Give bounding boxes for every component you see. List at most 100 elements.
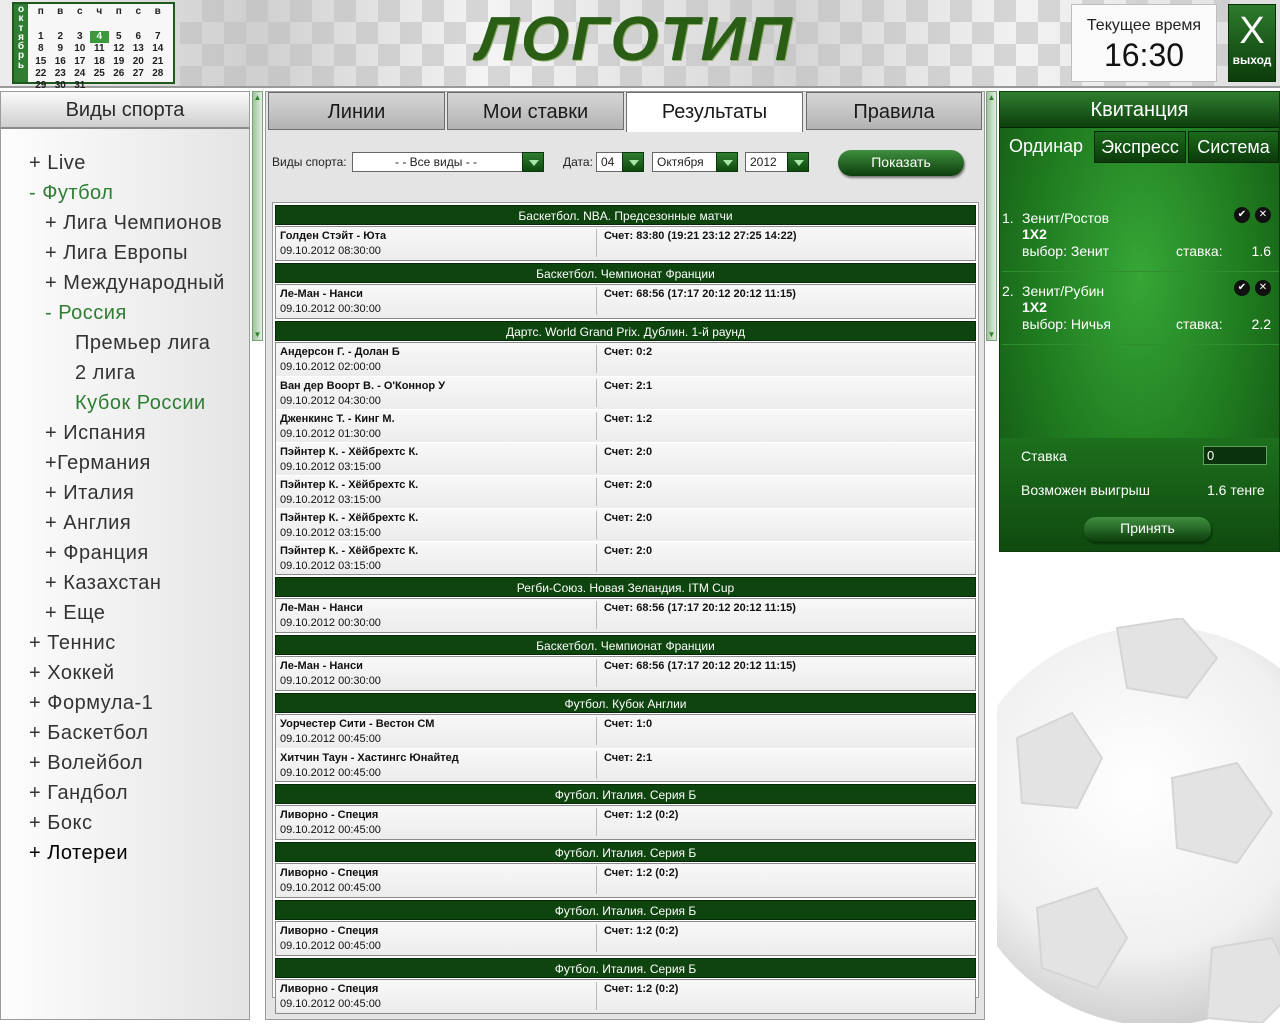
calendar-day[interactable]: 2 bbox=[51, 31, 71, 43]
sidebar-item[interactable]: + Еще bbox=[1, 598, 249, 628]
chevron-down-icon[interactable] bbox=[622, 152, 644, 172]
sidebar-item[interactable]: + Live bbox=[1, 148, 249, 178]
calendar-day[interactable]: 14 bbox=[148, 43, 168, 55]
day-select[interactable]: 04 bbox=[596, 152, 644, 172]
calendar-day[interactable]: 23 bbox=[51, 68, 71, 80]
calendar-day[interactable]: 15 bbox=[31, 56, 51, 68]
calendar-day[interactable]: 30 bbox=[51, 80, 71, 92]
scroll-down-icon[interactable]: ▼ bbox=[987, 329, 996, 340]
sidebar-item[interactable]: + Международный bbox=[1, 268, 249, 298]
calendar-day[interactable]: 13 bbox=[129, 43, 149, 55]
tab-express[interactable]: Экспресс bbox=[1094, 131, 1186, 163]
sidebar-item[interactable]: + Казахстан bbox=[1, 568, 249, 598]
sidebar-item[interactable]: + Бокс bbox=[1, 808, 249, 838]
check-icon[interactable]: ✔ bbox=[1234, 207, 1250, 223]
sidebar-item[interactable]: + Лига Чемпионов bbox=[1, 208, 249, 238]
result-row: Голден Стэйт - Юта 09.10.2012 08:30:00 Сче… bbox=[276, 227, 975, 260]
calendar-day[interactable]: 16 bbox=[51, 56, 71, 68]
calendar-day bbox=[90, 80, 110, 92]
calendar-day[interactable]: 29 bbox=[31, 80, 51, 92]
center-scrollbar[interactable]: ▲ ▼ bbox=[986, 91, 997, 341]
scroll-down-icon[interactable]: ▼ bbox=[253, 329, 262, 340]
calendar-day[interactable]: 28 bbox=[148, 68, 168, 80]
calendar-day[interactable]: 12 bbox=[109, 43, 129, 55]
calendar-day[interactable]: 17 bbox=[70, 56, 90, 68]
sidebar-item[interactable]: + Баскетбол bbox=[1, 718, 249, 748]
tab-results[interactable]: Результаты bbox=[626, 92, 803, 132]
sidebar-item[interactable]: + Англия bbox=[1, 508, 249, 538]
match-score: Счет: 1:2 (0:2) bbox=[604, 983, 679, 995]
bet-item: 1. Зенит/Ростов 1X2 выбор: Зенит ставка: 1.6 ✔… bbox=[1002, 201, 1279, 272]
sidebar-item[interactable]: Кубок России bbox=[1, 388, 249, 418]
close-icon[interactable]: ✕ bbox=[1255, 280, 1271, 296]
sidebar-item[interactable]: + Лотереи bbox=[1, 838, 249, 868]
calendar-day[interactable]: 1 bbox=[31, 31, 51, 43]
scroll-up-icon[interactable]: ▲ bbox=[987, 92, 996, 103]
sidebar-item[interactable]: Премьер лига bbox=[1, 328, 249, 358]
calendar-day[interactable]: 24 bbox=[70, 68, 90, 80]
calendar-day bbox=[109, 80, 129, 92]
soccer-ball-image bbox=[997, 618, 1280, 1023]
sidebar-item[interactable]: + Гандбол bbox=[1, 778, 249, 808]
tab-single[interactable]: Ординар bbox=[1000, 131, 1092, 163]
sidebar-item[interactable]: + Италия bbox=[1, 478, 249, 508]
sidebar-item[interactable]: + Теннис bbox=[1, 628, 249, 658]
calendar-day[interactable]: 20 bbox=[129, 56, 149, 68]
tab-my-bets[interactable]: Мои ставки bbox=[447, 92, 624, 130]
calendar-day[interactable]: 27 bbox=[129, 68, 149, 80]
sidebar-item[interactable]: + Волейбол bbox=[1, 748, 249, 778]
sidebar-item[interactable]: + Формула-1 bbox=[1, 688, 249, 718]
calendar-day[interactable]: 4 bbox=[89, 30, 109, 44]
chevron-down-icon[interactable] bbox=[716, 152, 738, 172]
year-select[interactable]: 2012 bbox=[745, 152, 809, 172]
calendar-day[interactable]: 18 bbox=[90, 56, 110, 68]
result-group-header: Баскетбол. Чемпионат Франции bbox=[275, 263, 976, 283]
calendar-day[interactable]: 11 bbox=[90, 43, 110, 55]
chevron-down-icon[interactable] bbox=[787, 152, 809, 172]
calendar-day[interactable]: 21 bbox=[148, 56, 168, 68]
check-icon[interactable]: ✔ bbox=[1234, 280, 1250, 296]
result-group-header: Футбол. Италия. Серия Б bbox=[275, 842, 976, 862]
match-name: Ван дер Воорт В. - О'Коннор У bbox=[280, 380, 446, 392]
stake-input[interactable]: 0 bbox=[1203, 446, 1267, 465]
sidebar-item[interactable]: - Россия bbox=[1, 298, 249, 328]
sidebar-item[interactable]: +Германия bbox=[1, 448, 249, 478]
chevron-down-icon[interactable] bbox=[522, 152, 544, 172]
column-divider bbox=[596, 982, 597, 1010]
tab-lines[interactable]: Линии bbox=[268, 92, 445, 130]
sidebar-item[interactable]: + Хоккей bbox=[1, 658, 249, 688]
sidebar-item[interactable]: - Футбол bbox=[1, 178, 249, 208]
calendar-day[interactable]: 26 bbox=[109, 68, 129, 80]
sidebar-item[interactable]: + Лига Европы bbox=[1, 238, 249, 268]
close-icon[interactable]: ✕ bbox=[1255, 207, 1271, 223]
calendar-day[interactable]: 7 bbox=[148, 31, 168, 43]
calendar-day[interactable]: 31 bbox=[70, 80, 90, 92]
exit-button[interactable]: X выход bbox=[1228, 4, 1276, 82]
tab-system[interactable]: Система bbox=[1188, 131, 1279, 163]
sidebar-item[interactable]: 2 лига bbox=[1, 358, 249, 388]
calendar-day[interactable]: 9 bbox=[51, 43, 71, 55]
calendar-day[interactable]: 3 bbox=[70, 31, 90, 43]
calendar-weekday: п bbox=[115, 6, 122, 17]
tab-rules[interactable]: Правила bbox=[806, 92, 982, 130]
close-icon: X bbox=[1239, 10, 1265, 52]
sport-select[interactable]: - - Все виды - - bbox=[352, 152, 544, 172]
calendar-day[interactable]: 19 bbox=[109, 56, 129, 68]
result-group-header: Футбол. Италия. Серия Б bbox=[275, 784, 976, 804]
scroll-up-icon[interactable]: ▲ bbox=[253, 92, 262, 103]
calendar-day bbox=[90, 18, 110, 30]
left-scrollbar[interactable]: ▲ ▼ bbox=[252, 91, 263, 341]
calendar-day[interactable]: 22 bbox=[31, 68, 51, 80]
month-select[interactable]: Октября bbox=[652, 152, 738, 172]
calendar-day[interactable]: 5 bbox=[109, 31, 129, 43]
column-divider bbox=[596, 478, 597, 506]
calendar-day[interactable]: 10 bbox=[70, 43, 90, 55]
sidebar-item[interactable]: + Франция bbox=[1, 538, 249, 568]
accept-button[interactable]: Принять bbox=[1084, 517, 1211, 542]
show-button[interactable]: Показать bbox=[838, 150, 964, 176]
calendar-day[interactable]: 8 bbox=[31, 43, 51, 55]
sidebar-item[interactable]: + Испания bbox=[1, 418, 249, 448]
result-row: Ливорно - Специя 09.10.2012 00:45:00 Счет:… bbox=[276, 806, 975, 839]
calendar-day[interactable]: 6 bbox=[129, 31, 149, 43]
calendar-day[interactable]: 25 bbox=[90, 68, 110, 80]
